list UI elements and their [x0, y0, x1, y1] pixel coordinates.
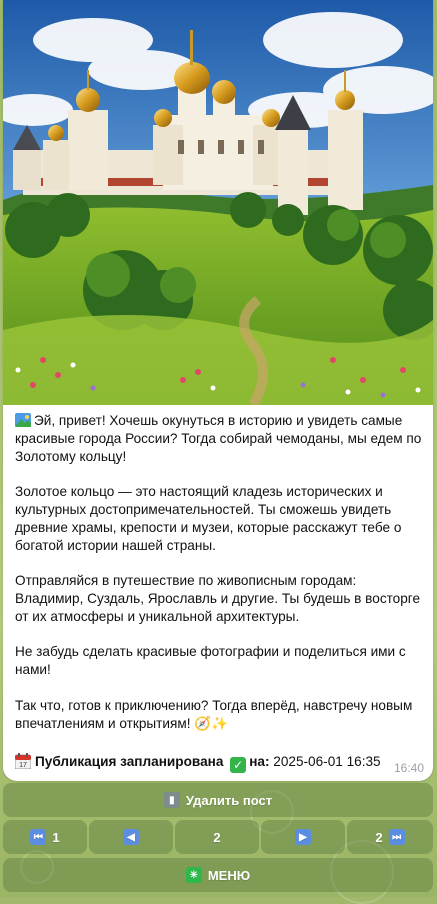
current-page-label: 2 — [213, 829, 221, 845]
menu-label: МЕНЮ — [207, 867, 251, 883]
message-bubble: Эй, привет! Хочешь окунуться в историю и… — [3, 0, 433, 781]
schedule-line: 17 Публикация запланирована ✓ на: 2025-06… — [14, 753, 381, 773]
menu-button[interactable]: ✳ МЕНЮ — [3, 858, 433, 892]
paragraph-text: Эй, привет! Хочешь окунуться в историю и… — [15, 413, 422, 464]
calendar-icon: 17 — [14, 753, 32, 770]
message-paragraph: Не забудь сделать красивые фотографии и … — [15, 644, 406, 678]
check-mark-icon: ✓ — [230, 757, 247, 773]
current-page-button[interactable]: 2 — [175, 820, 259, 854]
first-page-button[interactable]: ⏮ 1 — [3, 820, 87, 854]
message-paragraph: Золотое кольцо — это настоящий кладезь и… — [15, 484, 402, 553]
schedule-on-label: на: — [249, 754, 270, 769]
rewind-icon: ⏮ — [30, 829, 47, 845]
svg-text:17: 17 — [19, 762, 27, 769]
schedule-datetime: 2025-06-01 16:35 — [273, 754, 381, 769]
prev-page-button[interactable]: ◀ — [89, 820, 173, 854]
last-page-label: 2 — [375, 829, 383, 845]
delete-post-button[interactable]: ▮ Удалить пост — [3, 783, 433, 817]
next-page-button[interactable]: ▶ — [261, 820, 345, 854]
asterisk-icon: ✳ — [185, 867, 202, 883]
delete-post-label: Удалить пост — [185, 792, 273, 808]
message-text: Эй, привет! Хочешь окунуться в историю и… — [15, 412, 425, 750]
schedule-label: Публикация запланирована — [35, 754, 224, 769]
message-photo[interactable] — [3, 0, 433, 405]
message-time: 16:40 — [393, 761, 424, 775]
fast-forward-icon: ⏭ — [388, 829, 405, 845]
message-paragraph: Отправляйся в путешествие по живописным … — [15, 573, 421, 624]
first-page-label: 1 — [52, 829, 60, 845]
message-paragraph: Так что, готов к приключению? Тогда впер… — [15, 697, 413, 731]
trash-icon: ▮ — [163, 792, 180, 808]
play-right-icon: ▶ — [295, 829, 311, 845]
message-paragraph: Эй, привет! Хочешь окунуться в историю и… — [15, 412, 425, 465]
picture-icon — [15, 413, 31, 427]
play-left-icon: ◀ — [123, 829, 139, 845]
last-page-button[interactable]: 2 ⏭ — [347, 820, 433, 854]
